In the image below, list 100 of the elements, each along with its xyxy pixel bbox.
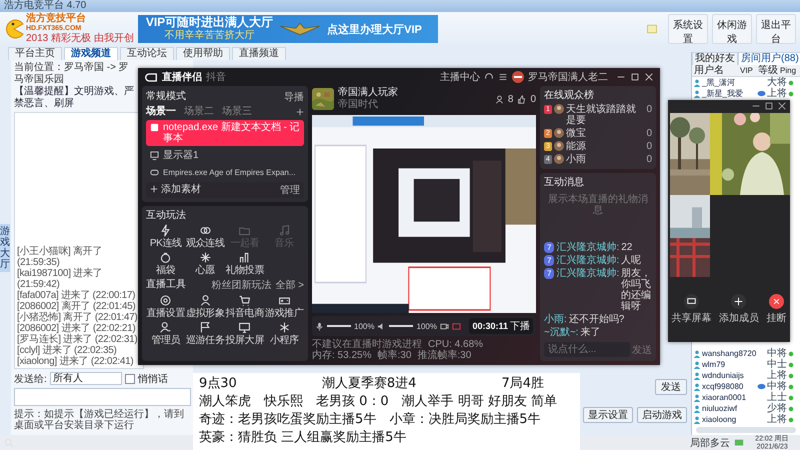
maximize-icon[interactable] bbox=[764, 101, 774, 111]
user-name[interactable]: _新星_我爱 bbox=[702, 88, 756, 99]
menu-icon[interactable] bbox=[498, 72, 508, 82]
tip-text: 不建议在直播时游戏进程 bbox=[312, 339, 422, 350]
camera-icon[interactable] bbox=[440, 322, 449, 330]
viewer-name[interactable]: 天生就该踏踏就是要 bbox=[566, 104, 644, 126]
empty-text: 展示本场直播的礼物消息 bbox=[547, 194, 649, 216]
anchor-center-link[interactable]: 主播中心 bbox=[440, 70, 480, 84]
sender-name[interactable]: 汇兴隆京城帅: bbox=[556, 242, 620, 253]
whisper-checkbox[interactable] bbox=[124, 374, 135, 384]
call-button[interactable]: 添加成员 bbox=[718, 294, 759, 325]
manage-button[interactable]: 管理 bbox=[280, 183, 300, 197]
tab[interactable]: 房间用户(88) bbox=[738, 52, 800, 65]
source-item[interactable]: Empires.exe Age of Empires Expan... bbox=[146, 165, 304, 180]
tool-button[interactable]: 直播设置 bbox=[146, 294, 186, 319]
section-title: 互动消息 bbox=[544, 177, 585, 189]
send-to-label: 发送给: bbox=[14, 372, 47, 386]
toolbar-button[interactable]: 系统设置 bbox=[668, 14, 708, 44]
side-tab[interactable]: 游戏大厅 bbox=[0, 224, 10, 272]
monitor-icon bbox=[684, 294, 700, 309]
scrollbar[interactable] bbox=[696, 427, 796, 433]
feature-button[interactable]: 心愿 bbox=[186, 251, 225, 276]
tool-button[interactable]: 管理员 bbox=[146, 321, 186, 346]
scene-tab[interactable]: 场景二 bbox=[184, 106, 214, 118]
feature-button[interactable]: PK连线 bbox=[146, 224, 186, 249]
feature-button[interactable]: 礼物投票 bbox=[225, 251, 264, 276]
user-name[interactable]: niuluoziwf bbox=[702, 403, 756, 414]
mode-label[interactable]: 常规模式 bbox=[146, 91, 186, 103]
sender-name[interactable]: 汇兴隆京城帅: bbox=[556, 268, 620, 279]
viewer-name[interactable]: 微宝 bbox=[566, 128, 644, 139]
viewer-score: 0 bbox=[646, 104, 652, 115]
user-name[interactable]: wanshang8720 bbox=[702, 348, 756, 359]
user-icon bbox=[693, 372, 701, 380]
add-source-button[interactable]: 添加素材 bbox=[150, 184, 201, 196]
user-name[interactable]: xiaoran0001 bbox=[702, 392, 756, 403]
chat-input[interactable]: 说点什么... bbox=[544, 342, 630, 357]
message-input[interactable] bbox=[14, 388, 191, 406]
toolbar-button[interactable]: 退出平台 bbox=[756, 14, 796, 44]
viewer-name[interactable]: 小雨 bbox=[566, 154, 644, 165]
microphone-icon[interactable] bbox=[315, 322, 324, 330]
rings-icon bbox=[198, 224, 212, 237]
whisper-label: 悄悄话 bbox=[138, 372, 168, 386]
call-button[interactable]: 挂断 bbox=[766, 294, 786, 325]
all-link[interactable]: 全部 > bbox=[275, 278, 304, 292]
user-name[interactable]: wdnduniaijs bbox=[702, 370, 756, 381]
log-line: [2086002] 进来了 (22:02:21) bbox=[17, 323, 136, 334]
tool-button[interactable]: 巡游任务 bbox=[186, 321, 225, 346]
tab[interactable]: 平台主页 bbox=[8, 47, 62, 60]
column-header: 等级 bbox=[758, 65, 779, 76]
window-icon bbox=[150, 123, 159, 132]
sender-name[interactable]: ~沉默~: bbox=[544, 327, 578, 338]
section-title: 直播工具 bbox=[146, 279, 186, 291]
add-icon[interactable] bbox=[296, 108, 304, 116]
tab[interactable]: 我的好友 bbox=[692, 52, 738, 65]
tab[interactable]: 使用帮助 bbox=[176, 47, 230, 60]
director-button[interactable]: 导播 bbox=[284, 90, 304, 104]
message-text: 来了 bbox=[580, 327, 602, 338]
user-icon bbox=[693, 78, 701, 86]
promo-link[interactable]: 粉丝团新玩法 bbox=[211, 278, 272, 292]
user-rank: 中将 bbox=[767, 381, 787, 392]
tool-button[interactable]: 抖音电商 bbox=[225, 294, 264, 319]
source-item[interactable]: 显示器1 bbox=[146, 148, 304, 163]
action-button[interactable]: 显示设置 bbox=[583, 407, 633, 423]
text-line: 英豪：猜胜负 三人组赢奖励主播5牛 bbox=[199, 429, 408, 447]
tab[interactable]: 直播频道 bbox=[232, 47, 286, 60]
tool-button[interactable]: 虚拟形象 bbox=[186, 294, 225, 319]
bars-icon bbox=[238, 251, 252, 264]
sender-name[interactable]: 汇兴隆京城帅: bbox=[556, 255, 620, 266]
source-item[interactable]: notepad.exe 新建文本文档 - 记事本 bbox=[146, 120, 304, 146]
tool-button[interactable]: 游戏推广 bbox=[264, 294, 304, 319]
tool-button[interactable]: 小程序 bbox=[264, 321, 304, 346]
user-name[interactable]: wlm79 bbox=[702, 359, 756, 370]
hint-text: 提示：如提示【游戏已经运行】，请到桌面或平台安装目录下运行 bbox=[14, 409, 185, 431]
vip-banner[interactable]: VIP可随时进出满人大厅 不用辛辛苦苦挤大厅 点这里办理大厅VIP bbox=[138, 15, 438, 43]
sender-name[interactable]: 小雨: bbox=[544, 314, 567, 325]
maximize-icon[interactable] bbox=[630, 72, 640, 82]
end-stream-button[interactable]: 下播 bbox=[510, 319, 530, 333]
action-button[interactable]: 启动游戏 bbox=[637, 407, 687, 423]
recipient-dropdown[interactable]: 所有人 bbox=[50, 372, 122, 385]
tab[interactable]: 游戏频道 bbox=[64, 47, 118, 60]
feature-button[interactable]: 福袋 bbox=[146, 251, 186, 276]
tool-button[interactable]: 投屏大屏 bbox=[225, 321, 264, 346]
toolbar-button[interactable]: 休闲游戏 bbox=[712, 14, 752, 44]
message-text: 人呢 bbox=[621, 255, 642, 266]
call-button[interactable]: 共享屏幕 bbox=[672, 294, 712, 325]
user-name[interactable]: xcqf998080 bbox=[702, 381, 756, 392]
user-name[interactable]: 罗马帝国满人老二 bbox=[528, 70, 608, 84]
send-button[interactable]: 发送 bbox=[655, 379, 687, 395]
user-rank: 少将 bbox=[767, 403, 787, 414]
feature-button[interactable]: 观众连线 bbox=[186, 224, 225, 249]
weather-text[interactable]: 局部多云 bbox=[690, 436, 730, 450]
close-icon[interactable] bbox=[644, 72, 654, 82]
tab[interactable]: 互动论坛 bbox=[120, 47, 174, 60]
scene-tab[interactable]: 场景一 bbox=[146, 106, 176, 118]
scene-tab[interactable]: 场景三 bbox=[222, 106, 252, 118]
record-icon[interactable] bbox=[452, 322, 461, 330]
user-name[interactable]: xiaoloong bbox=[702, 414, 756, 425]
viewer-name[interactable]: 能源 bbox=[566, 141, 644, 152]
close-icon[interactable] bbox=[777, 101, 787, 111]
user-name[interactable]: _黑_潇河 bbox=[702, 77, 756, 88]
